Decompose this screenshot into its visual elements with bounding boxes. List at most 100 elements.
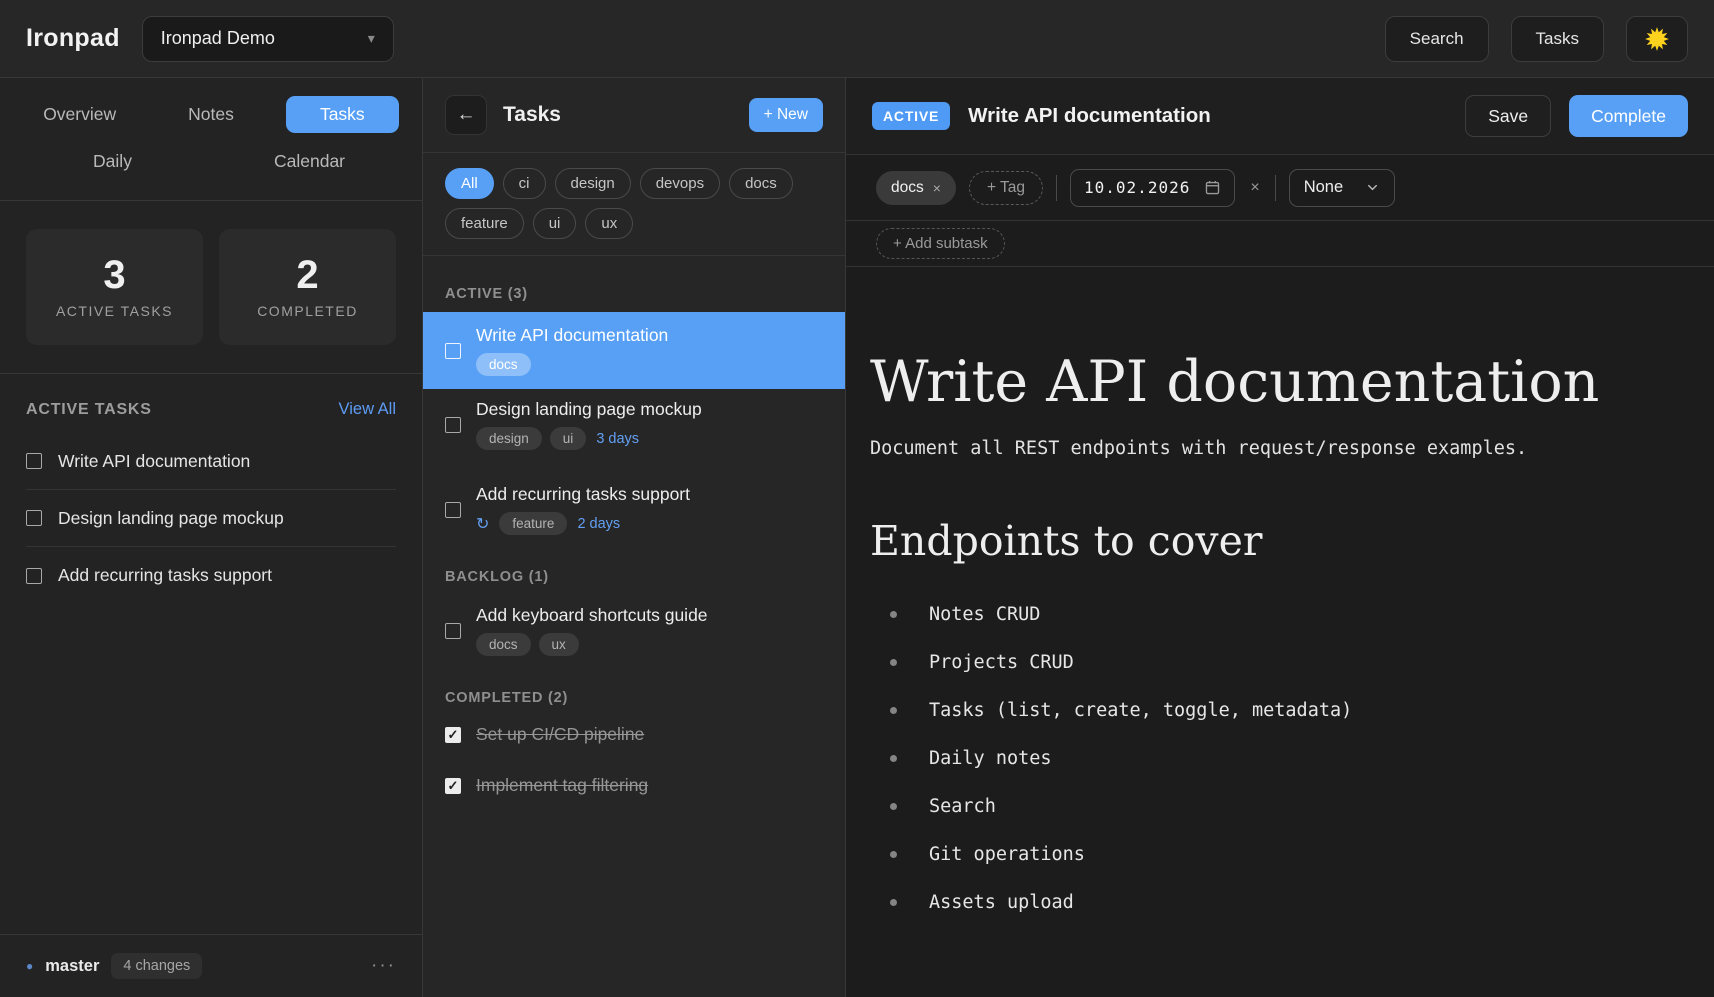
filter-chip-ui[interactable]: ui [533, 208, 577, 239]
filter-chip-all[interactable]: All [445, 168, 494, 199]
tag-chip-docs[interactable]: docs × [876, 171, 956, 205]
filter-chip-design[interactable]: design [555, 168, 631, 199]
new-task-button[interactable]: + New [749, 98, 823, 132]
due-date-input[interactable]: 10.02.2026 [1070, 169, 1235, 207]
branch-name: master [45, 957, 99, 976]
bullet-text: Notes CRUD [929, 604, 1040, 625]
changes-badge[interactable]: 4 changes [111, 953, 202, 979]
task-row-completed[interactable]: ✓ Set up CI/CD pipeline [423, 716, 845, 753]
task-row-completed[interactable]: ✓ Implement tag filtering [423, 767, 845, 804]
subtask-bar: + Add subtask [846, 221, 1714, 267]
bullet-icon [890, 803, 897, 810]
add-subtask-label: + Add subtask [893, 235, 988, 252]
filter-chip-ux[interactable]: ux [585, 208, 633, 239]
task-row[interactable]: Design landing page mockup design ui 3 d… [423, 389, 845, 460]
document-bullet-list: Notes CRUD Projects CRUD Tasks (list, cr… [870, 591, 1674, 927]
section-heading-backlog: BACKLOG (1) [423, 569, 845, 585]
search-button[interactable]: Search [1385, 16, 1489, 62]
remove-tag-icon[interactable]: × [933, 180, 941, 196]
nav-item-calendar[interactable]: Calendar [264, 143, 355, 180]
save-button-label: Save [1488, 106, 1528, 127]
list-item: Tasks (list, create, toggle, metadata) [870, 687, 1674, 735]
app-window: Ironpad Ironpad Demo ▾ Search Tasks Over… [0, 0, 1714, 997]
caret-down-icon: ▾ [368, 30, 375, 47]
stat-value: 2 [296, 255, 318, 295]
document-subheading: Endpoints to cover [870, 517, 1674, 565]
task-title: Write API documentation [476, 325, 668, 346]
project-selector[interactable]: Ironpad Demo ▾ [142, 16, 394, 62]
clear-date-icon[interactable]: × [1248, 179, 1261, 197]
filter-chip-docs[interactable]: docs [729, 168, 793, 199]
back-arrow-icon: ← [457, 104, 476, 126]
checkbox-checked-icon[interactable]: ✓ [445, 778, 461, 794]
main-area: Overview Notes Tasks Daily Calendar 3 AC… [0, 78, 1714, 997]
checkbox-unchecked-icon[interactable] [445, 502, 461, 518]
task-row[interactable]: Add keyboard shortcuts guide docs ux [423, 595, 845, 666]
priority-select[interactable]: None [1289, 169, 1395, 207]
project-selector-value: Ironpad Demo [161, 28, 275, 49]
bullet-text: Projects CRUD [929, 652, 1074, 673]
checkbox-unchecked-icon[interactable] [26, 510, 42, 526]
nav-item-overview[interactable]: Overview [33, 96, 126, 133]
checkbox-unchecked-icon[interactable] [445, 343, 461, 359]
theme-toggle-button[interactable] [1626, 16, 1688, 62]
bullet-text: Git operations [929, 844, 1085, 865]
complete-button[interactable]: Complete [1569, 95, 1688, 137]
complete-button-label: Complete [1591, 106, 1666, 127]
save-button[interactable]: Save [1465, 95, 1551, 137]
sidebar-task-label: Design landing page mockup [58, 508, 284, 529]
checkbox-unchecked-icon[interactable] [445, 623, 461, 639]
calendar-icon[interactable] [1204, 179, 1221, 196]
nav-row-2: Daily Calendar [14, 143, 408, 180]
filter-chip-devops[interactable]: devops [640, 168, 720, 199]
nav-item-notes[interactable]: Notes [178, 96, 244, 133]
add-tag-label: + Tag [987, 179, 1025, 197]
bullet-icon [890, 659, 897, 666]
branch-dot-icon: ● [26, 960, 33, 972]
sidebar-task-row[interactable]: Add recurring tasks support [26, 547, 396, 604]
new-task-button-label: + New [764, 106, 808, 124]
task-list-panel: ← Tasks + New All ci design devops docs … [423, 78, 846, 997]
active-tasks-heading: ACTIVE TASKS [26, 401, 152, 419]
checkbox-unchecked-icon[interactable] [26, 568, 42, 584]
sidebar-nav: Overview Notes Tasks Daily Calendar [0, 78, 422, 200]
checkbox-unchecked-icon[interactable] [26, 453, 42, 469]
list-item: Notes CRUD [870, 591, 1674, 639]
due-label: 2 days [577, 516, 620, 532]
overflow-menu-icon[interactable]: ··· [371, 955, 396, 977]
task-row[interactable]: Add recurring tasks support ↻ feature 2 … [423, 474, 845, 545]
nav-item-daily[interactable]: Daily [83, 143, 142, 180]
bullet-icon [890, 707, 897, 714]
tasks-button[interactable]: Tasks [1511, 16, 1604, 62]
checkbox-checked-icon[interactable]: ✓ [445, 727, 461, 743]
view-all-link[interactable]: View All [339, 400, 396, 419]
add-tag-button[interactable]: + Tag [969, 171, 1043, 205]
tag-pill-feature: feature [499, 512, 567, 535]
task-detail-panel: ACTIVE Write API documentation Save Comp… [846, 78, 1714, 997]
sidebar-task-row[interactable]: Design landing page mockup [26, 490, 396, 547]
recurring-icon: ↻ [476, 514, 489, 534]
detail-header: ACTIVE Write API documentation Save Comp… [846, 78, 1714, 155]
nav-item-tasks[interactable]: Tasks [286, 96, 399, 133]
list-item: Search [870, 783, 1674, 831]
bullet-icon [890, 755, 897, 762]
list-item: Assets upload [870, 879, 1674, 927]
task-title-completed: Set up CI/CD pipeline [476, 724, 644, 745]
list-item: Git operations [870, 831, 1674, 879]
add-subtask-button[interactable]: + Add subtask [876, 228, 1005, 259]
git-status-bar: ● master 4 changes ··· [0, 934, 422, 997]
due-date-value: 10.02.2026 [1084, 178, 1190, 197]
task-title: Add recurring tasks support [476, 484, 690, 505]
stat-card-completed: 2 COMPLETED [219, 229, 396, 345]
sidebar-task-label: Add recurring tasks support [58, 565, 272, 586]
filter-chip-feature[interactable]: feature [445, 208, 524, 239]
checkbox-unchecked-icon[interactable] [445, 417, 461, 433]
filter-chip-ci[interactable]: ci [503, 168, 546, 199]
task-row-selected[interactable]: Write API documentation docs [423, 312, 845, 389]
app-logo: Ironpad [26, 24, 120, 53]
section-heading-completed: COMPLETED (2) [423, 690, 845, 706]
back-button[interactable]: ← [445, 95, 487, 135]
sidebar-task-row[interactable]: Write API documentation [26, 433, 396, 490]
tag-pill-docs: docs [476, 353, 531, 376]
due-label: 3 days [596, 431, 639, 447]
